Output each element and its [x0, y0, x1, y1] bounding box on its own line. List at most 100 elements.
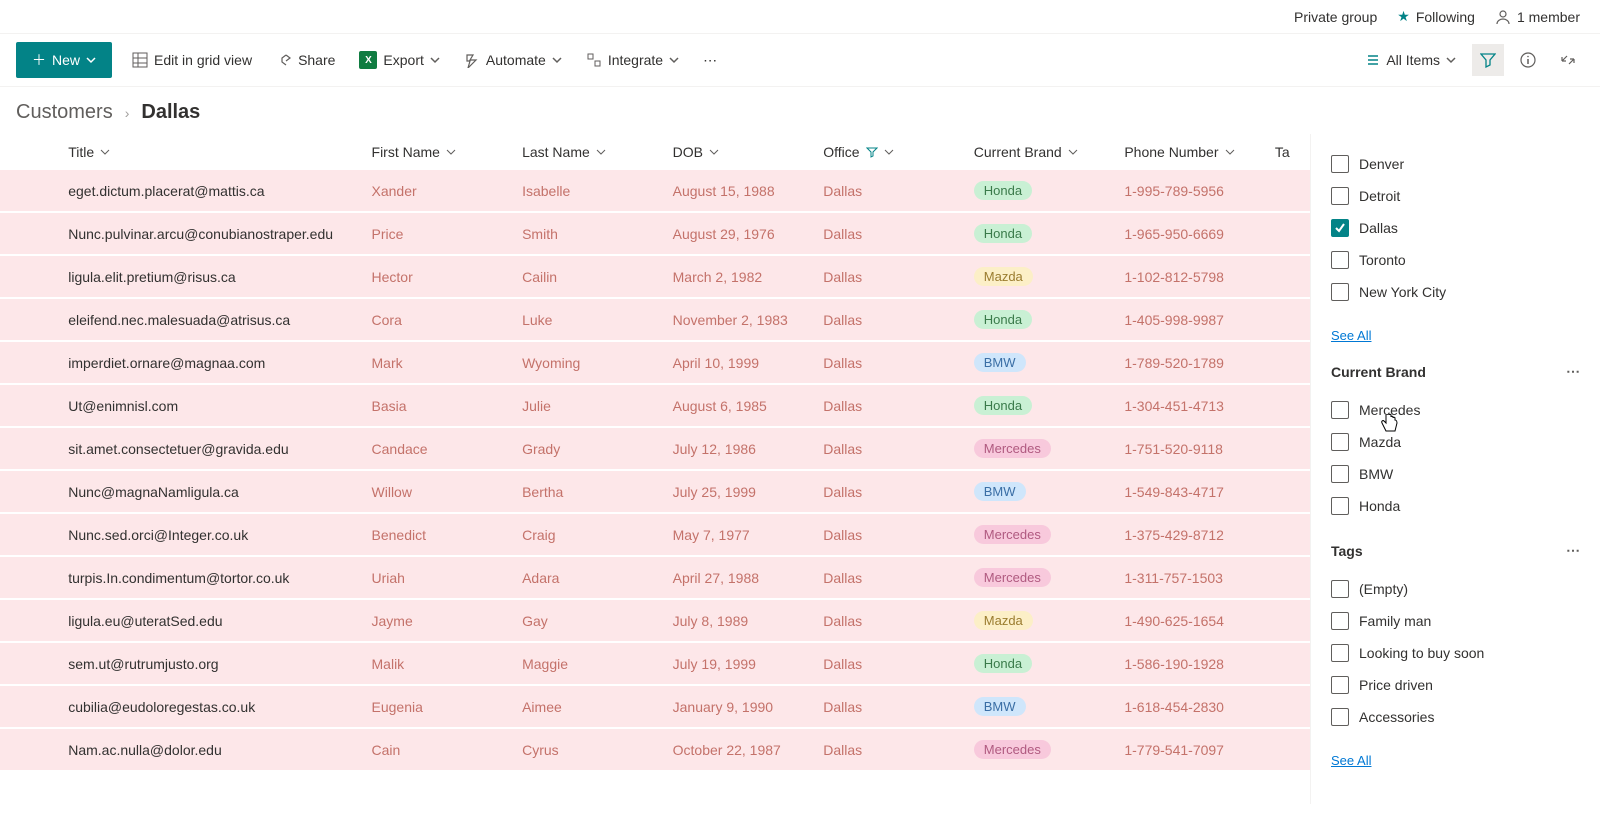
share-button[interactable]: Share — [272, 46, 339, 74]
table-row[interactable]: ligula.elit.pretium@risus.ca Hector Cail… — [0, 255, 1310, 298]
checkbox[interactable] — [1331, 187, 1349, 205]
integrate-button[interactable]: Integrate — [582, 46, 683, 74]
chevron-down-icon — [446, 147, 456, 157]
tag-option[interactable]: Accessories — [1331, 701, 1580, 733]
checkbox[interactable] — [1331, 612, 1349, 630]
table-row[interactable]: ligula.eu@uteratSed.edu Jayme Gay July 8… — [0, 599, 1310, 642]
cell-dob: August 15, 1988 — [665, 170, 816, 212]
table-row[interactable]: eget.dictum.placerat@mattis.ca Xander Is… — [0, 170, 1310, 212]
col-phone[interactable]: Phone Number — [1116, 134, 1267, 170]
members-button[interactable]: 1 member — [1495, 9, 1580, 25]
table-row[interactable]: eleifend.nec.malesuada@atrisus.ca Cora L… — [0, 298, 1310, 341]
office-option[interactable]: New York City — [1331, 276, 1580, 308]
col-title[interactable]: Title — [60, 134, 363, 170]
table-row[interactable]: Nunc@magnaNamligula.ca Willow Bertha Jul… — [0, 470, 1310, 513]
checkbox[interactable] — [1331, 644, 1349, 662]
checkbox[interactable] — [1331, 433, 1349, 451]
cell-dob: July 19, 1999 — [665, 642, 816, 685]
checkbox[interactable] — [1331, 465, 1349, 483]
cell-title[interactable]: turpis.In.condimentum@tortor.co.uk — [60, 556, 363, 599]
cell-brand: Mazda — [966, 599, 1117, 642]
cell-office: Dallas — [815, 642, 966, 685]
chevron-down-icon — [100, 147, 110, 157]
tag-option[interactable]: (Empty) — [1331, 573, 1580, 605]
tag-option[interactable]: Family man — [1331, 605, 1580, 637]
checkbox[interactable] — [1331, 219, 1349, 237]
cell-title[interactable]: Nam.ac.nulla@dolor.edu — [60, 728, 363, 771]
cell-phone: 1-311-757-1503 — [1116, 556, 1267, 599]
brand-option[interactable]: Mazda — [1331, 426, 1580, 458]
more-button[interactable]: ⋯ — [699, 46, 721, 75]
breadcrumb-parent[interactable]: Customers — [16, 101, 113, 124]
cell-title[interactable]: ligula.elit.pretium@risus.ca — [60, 255, 363, 298]
table-row[interactable]: Nam.ac.nulla@dolor.edu Cain Cyrus Octobe… — [0, 728, 1310, 771]
cell-title[interactable]: Ut@enimnisl.com — [60, 384, 363, 427]
office-option[interactable]: Toronto — [1331, 244, 1580, 276]
checkbox[interactable] — [1331, 708, 1349, 726]
automate-button[interactable]: Automate — [460, 46, 566, 74]
cell-title[interactable]: Nunc.sed.orci@Integer.co.uk — [60, 513, 363, 556]
chevron-down-icon — [1068, 147, 1078, 157]
col-first-name[interactable]: First Name — [364, 134, 515, 170]
checkbox[interactable] — [1331, 155, 1349, 173]
cell-title[interactable]: Nunc.pulvinar.arcu@conubianostraper.edu — [60, 212, 363, 255]
col-office[interactable]: Office — [815, 134, 966, 170]
table-row[interactable]: sem.ut@rutrumjusto.org Malik Maggie July… — [0, 642, 1310, 685]
cell-title[interactable]: ligula.eu@uteratSed.edu — [60, 599, 363, 642]
checkbox[interactable] — [1331, 251, 1349, 269]
checkbox[interactable] — [1331, 676, 1349, 694]
brand-option[interactable]: Mercedes — [1331, 394, 1580, 426]
cell-title[interactable]: sem.ut@rutrumjusto.org — [60, 642, 363, 685]
cell-phone: 1-586-190-1928 — [1116, 642, 1267, 685]
cell-title[interactable]: imperdiet.ornare@magnaa.com — [60, 341, 363, 384]
table-row[interactable]: Ut@enimnisl.com Basia Julie August 6, 19… — [0, 384, 1310, 427]
cell-title[interactable]: sit.amet.consectetuer@gravida.edu — [60, 427, 363, 470]
table-row[interactable]: cubilia@eudoloregestas.co.uk Eugenia Aim… — [0, 685, 1310, 728]
tag-option[interactable]: Looking to buy soon — [1331, 637, 1580, 669]
see-all-offices[interactable]: See All — [1331, 324, 1371, 343]
cell-first-name: Jayme — [364, 599, 515, 642]
top-bar: Private group ★ Following 1 member — [0, 0, 1600, 34]
office-option[interactable]: Detroit — [1331, 180, 1580, 212]
more-icon[interactable]: ⋯ — [1566, 542, 1580, 559]
chevron-down-icon — [1446, 55, 1456, 65]
list-table[interactable]: Title First Name Last Name DOB Office Cu… — [0, 134, 1310, 804]
cell-office: Dallas — [815, 556, 966, 599]
expand-button[interactable] — [1552, 44, 1584, 76]
table-row[interactable]: sit.amet.consectetuer@gravida.edu Candac… — [0, 427, 1310, 470]
more-icon[interactable]: ⋯ — [1566, 363, 1580, 380]
office-option[interactable]: Dallas — [1331, 212, 1580, 244]
cell-brand: Honda — [966, 642, 1117, 685]
view-selector[interactable]: All Items — [1358, 46, 1464, 74]
brand-option[interactable]: Honda — [1331, 490, 1580, 522]
brand-option[interactable]: BMW — [1331, 458, 1580, 490]
tag-option[interactable]: Price driven — [1331, 669, 1580, 701]
filter-button[interactable] — [1472, 44, 1504, 76]
checkbox[interactable] — [1331, 283, 1349, 301]
checkbox[interactable] — [1331, 497, 1349, 515]
table-row[interactable]: Nunc.pulvinar.arcu@conubianostraper.edu … — [0, 212, 1310, 255]
cell-title[interactable]: cubilia@eudoloregestas.co.uk — [60, 685, 363, 728]
checkbox[interactable] — [1331, 580, 1349, 598]
new-button[interactable]: ＋ New — [16, 42, 112, 78]
info-button[interactable] — [1512, 44, 1544, 76]
table-row[interactable]: Nunc.sed.orci@Integer.co.uk Benedict Cra… — [0, 513, 1310, 556]
chevron-down-icon — [86, 55, 96, 65]
table-row[interactable]: imperdiet.ornare@magnaa.com Mark Wyoming… — [0, 341, 1310, 384]
checkbox[interactable] — [1331, 401, 1349, 419]
col-dob[interactable]: DOB — [665, 134, 816, 170]
col-last-name[interactable]: Last Name — [514, 134, 665, 170]
col-current-brand[interactable]: Current Brand — [966, 134, 1117, 170]
cell-title[interactable]: Nunc@magnaNamligula.ca — [60, 470, 363, 513]
person-icon — [1495, 9, 1511, 25]
export-button[interactable]: X Export — [355, 45, 443, 75]
edit-grid-button[interactable]: Edit in grid view — [128, 46, 256, 74]
following-button[interactable]: ★ Following — [1397, 8, 1475, 25]
col-tags[interactable]: Ta — [1267, 134, 1310, 170]
cell-title[interactable]: eleifend.nec.malesuada@atrisus.ca — [60, 298, 363, 341]
checkbox-label: Dallas — [1359, 220, 1398, 236]
table-row[interactable]: turpis.In.condimentum@tortor.co.uk Uriah… — [0, 556, 1310, 599]
office-option[interactable]: Denver — [1331, 148, 1580, 180]
see-all-tags[interactable]: See All — [1331, 749, 1371, 768]
cell-title[interactable]: eget.dictum.placerat@mattis.ca — [60, 170, 363, 212]
